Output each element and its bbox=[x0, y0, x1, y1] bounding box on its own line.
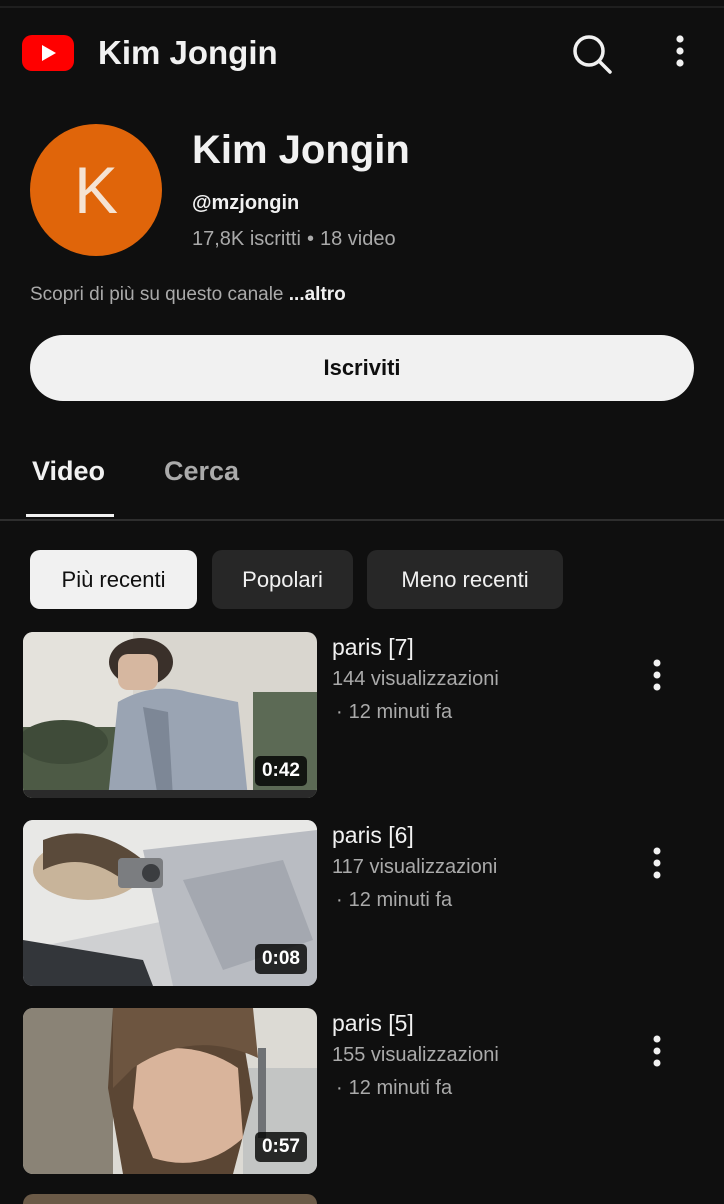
channel-description[interactable]: Scopri di più su questo canale ...altro bbox=[30, 284, 346, 306]
video-thumbnail[interactable]: 0:08 bbox=[23, 820, 317, 986]
video-duration: 0:42 bbox=[254, 756, 307, 786]
channel-stats: 17,8K iscritti • 18 video bbox=[192, 228, 396, 251]
video-thumbnail[interactable]: 0:42 bbox=[23, 632, 317, 798]
video-title[interactable]: paris [7] bbox=[332, 634, 414, 661]
video-list-item[interactable]: 0:08 paris [6] 117 visualizzazioni · 12 m… bbox=[0, 820, 724, 988]
video-thumbnail[interactable]: 0:57 bbox=[23, 1008, 317, 1174]
channel-name: Kim Jongin bbox=[192, 128, 410, 172]
tab-video[interactable]: Video bbox=[32, 456, 105, 487]
more-options-button[interactable] bbox=[660, 30, 700, 76]
video-title[interactable]: paris [5] bbox=[332, 1010, 414, 1037]
video-views: 117 visualizzazioni bbox=[332, 856, 498, 878]
header-title: Kim Jongin bbox=[98, 34, 278, 71]
video-list-item[interactable]: 0:57 paris [5] 155 visualizzazioni · 12 m… bbox=[0, 1008, 724, 1176]
chip-oldest[interactable]: Meno recenti bbox=[367, 550, 563, 609]
tabs-divider bbox=[0, 519, 724, 521]
chip-popular[interactable]: Popolari bbox=[212, 550, 353, 609]
description-text: Scopri di più su questo canale bbox=[30, 284, 284, 305]
video-time: · 12 minuti fa bbox=[336, 701, 453, 723]
video-views: 144 visualizzazioni bbox=[332, 668, 499, 690]
youtube-logo-icon[interactable] bbox=[22, 35, 74, 71]
description-more-link[interactable]: ...altro bbox=[289, 284, 346, 305]
subscribe-button[interactable]: Iscriviti bbox=[30, 335, 694, 401]
video-time: · 12 minuti fa bbox=[336, 1077, 453, 1099]
search-button[interactable] bbox=[566, 30, 616, 76]
video-menu-button[interactable] bbox=[640, 842, 674, 886]
video-duration: 0:08 bbox=[254, 944, 307, 974]
tab-search[interactable]: Cerca bbox=[164, 456, 239, 487]
video-upload-time: 12 minuti fa bbox=[348, 701, 453, 723]
video-menu-button[interactable] bbox=[640, 654, 674, 698]
avatar-letter: K bbox=[73, 153, 119, 227]
more-vertical-icon bbox=[676, 35, 684, 67]
video-upload-time: 12 minuti fa bbox=[348, 1077, 453, 1099]
more-vertical-icon bbox=[653, 847, 661, 879]
channel-handle: @mzjongin bbox=[192, 192, 300, 214]
status-bar-divider bbox=[0, 6, 724, 8]
channel-avatar[interactable]: K bbox=[30, 124, 162, 256]
video-thumbnail-partial[interactable] bbox=[23, 1194, 317, 1204]
video-views: 155 visualizzazioni bbox=[332, 1044, 499, 1066]
active-tab-indicator bbox=[26, 514, 114, 517]
video-duration: 0:57 bbox=[254, 1132, 307, 1162]
video-title[interactable]: paris [6] bbox=[332, 822, 414, 849]
video-menu-button[interactable] bbox=[640, 1030, 674, 1074]
video-count: 18 video bbox=[319, 228, 396, 250]
subscriber-count: 17,8K iscritti bbox=[192, 228, 301, 250]
stats-separator: • bbox=[306, 228, 314, 250]
chip-most-recent[interactable]: Più recenti bbox=[30, 550, 197, 609]
video-list-item[interactable]: 0:42 paris [7] 144 visualizzazioni · 12 m… bbox=[0, 632, 724, 800]
search-icon bbox=[573, 35, 612, 74]
app-header: Kim Jongin bbox=[0, 20, 724, 88]
more-vertical-icon bbox=[653, 1035, 661, 1067]
more-vertical-icon bbox=[653, 659, 661, 691]
video-time: · 12 minuti fa bbox=[336, 889, 453, 911]
video-upload-time: 12 minuti fa bbox=[348, 889, 453, 911]
